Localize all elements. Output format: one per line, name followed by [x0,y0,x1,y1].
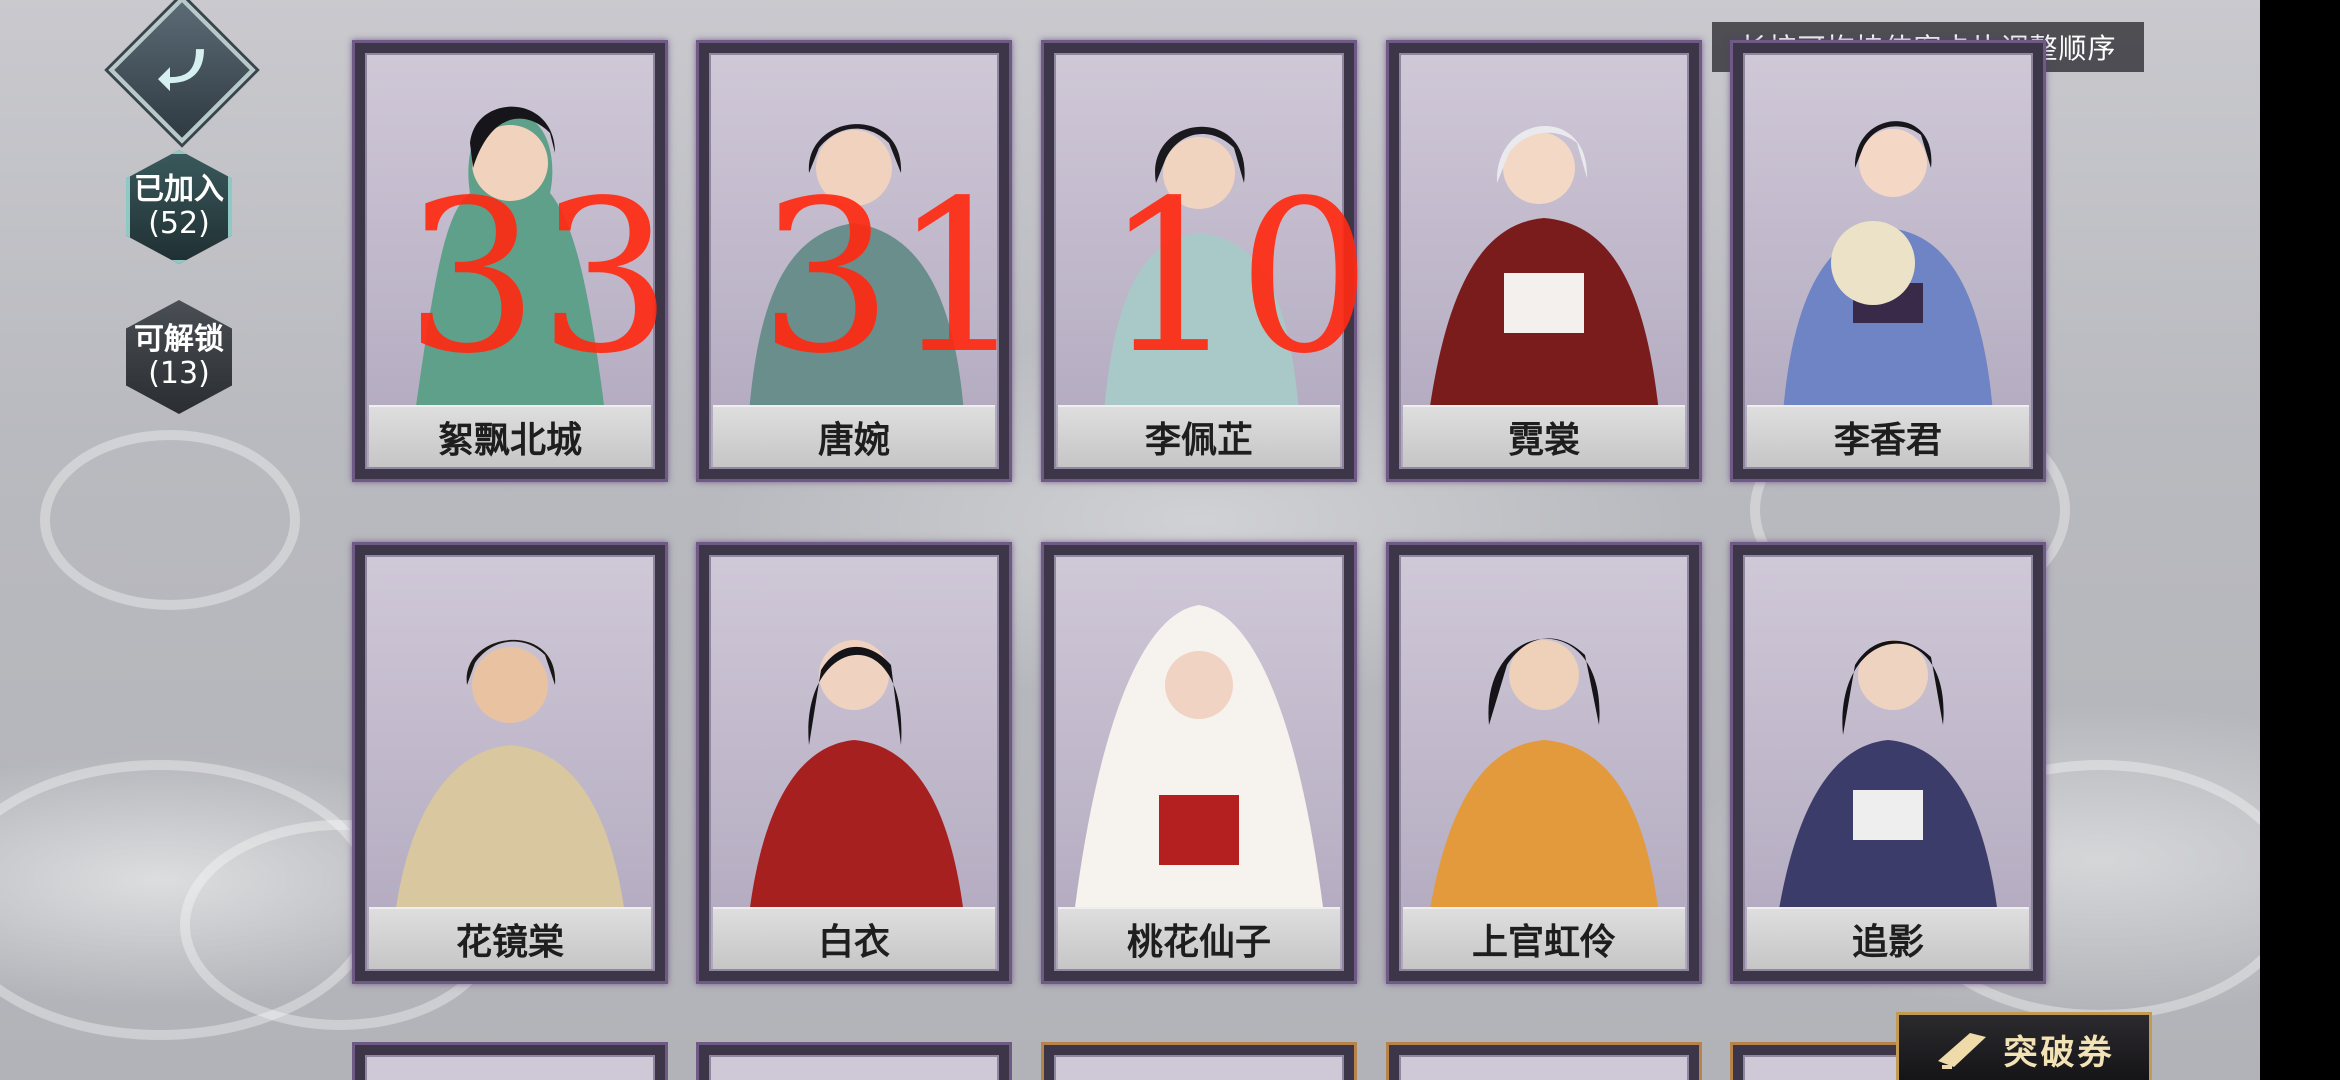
hero-name: 絮飘北城 [369,405,651,467]
hero-card-partial[interactable] [1386,1042,1702,1080]
ticket-label: 突破券 [2003,1032,2115,1073]
hero-name: 李佩芷 [1058,405,1340,467]
hero-card[interactable]: 追影 [1730,542,2046,984]
card-frame [1054,1055,1344,1080]
hero-name: 上官虹伶 [1403,907,1685,969]
hero-name: 桃花仙子 [1058,907,1340,969]
wave-decoration [40,430,300,610]
hero-card[interactable]: 桃花仙子 [1041,542,1357,984]
scroll-icon [1937,1033,1986,1069]
hero-card[interactable]: 李香君 [1730,40,2046,482]
back-button[interactable] [108,0,256,144]
hero-portrait [1409,73,1679,413]
hero-card[interactable]: 霓裳 [1386,40,1702,482]
hero-card[interactable]: 31 唐婉 [696,40,1026,482]
filter-joined-tab[interactable]: 已加入 (52) [126,150,232,264]
hero-name: 李香君 [1747,405,2029,467]
hero-card-partial[interactable] [352,1042,668,1080]
filter-unlockable-count: (13) [148,356,210,391]
annotation-number: 33 [405,155,673,400]
hero-portrait [1753,575,2023,915]
filter-joined-count: (52) [148,206,210,241]
hero-card[interactable]: 10 李佩芷 [1041,40,1371,482]
screen-edge [2260,0,2340,1080]
hero-card[interactable]: 33 絮飘北城 [352,40,672,482]
card-frame [365,1055,655,1080]
filter-unlockable-tab[interactable]: 可解锁 (13) [126,300,232,414]
hero-card-partial[interactable] [1041,1042,1357,1080]
hero-name: 追影 [1747,907,2029,969]
hero-name: 花镜棠 [369,907,651,969]
hero-portrait [1064,575,1334,915]
hero-card[interactable]: 白衣 [696,542,1012,984]
hero-card-partial[interactable] [696,1042,1012,1080]
filter-unlockable-label: 可解锁 [134,321,224,357]
annotation-number: 10 [1104,155,1372,400]
hero-card[interactable]: 花镜棠 [352,542,668,984]
game-screen: 已加入 (52) 可解锁 (13) 长按可拖拽侠客卡片调整顺序 33 絮飘北城 … [0,0,2260,1080]
hero-name: 唐婉 [713,405,995,467]
hero-name: 白衣 [713,907,995,969]
hero-portrait [719,575,989,915]
hero-portrait [1409,575,1679,915]
back-arrow-icon [158,49,204,92]
hero-card[interactable]: 上官虹伶 [1386,542,1702,984]
hero-portrait [375,575,645,915]
card-frame [1399,1055,1689,1080]
filter-joined-label: 已加入 [134,171,224,207]
breakthrough-ticket-button[interactable]: 突破券 [1896,1012,2152,1080]
hero-name: 霓裳 [1403,405,1685,467]
annotation-number: 31 [759,155,1027,400]
card-frame [709,1055,999,1080]
hero-portrait [1753,73,2023,413]
